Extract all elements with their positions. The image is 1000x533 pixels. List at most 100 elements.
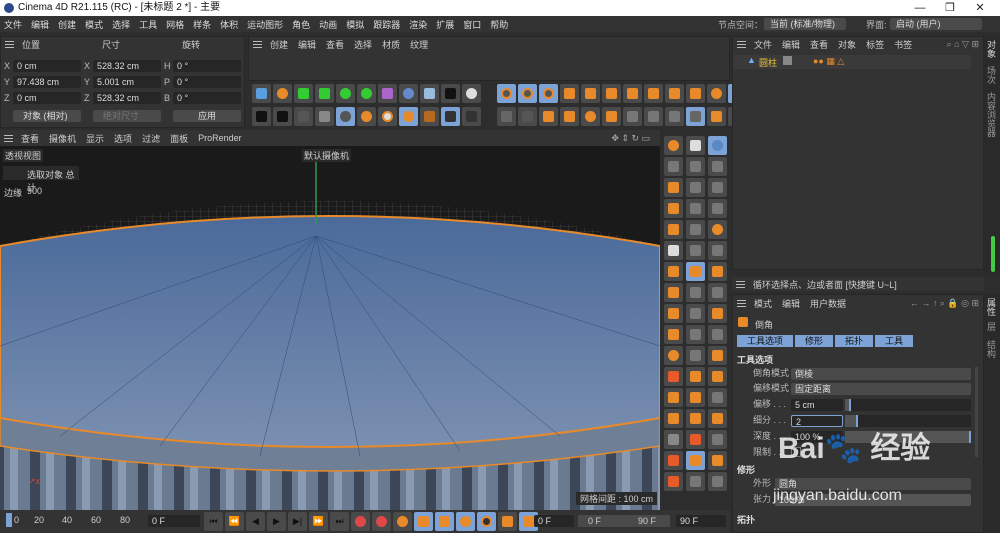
tool-14-icon[interactable] [686,409,705,428]
tag-icons[interactable]: ●● ▦ △ [813,56,844,67]
position-y-field[interactable]: 97.438 cm [13,76,81,88]
position-x-field[interactable]: 0 cm [13,60,81,72]
am-menu-edit[interactable]: 编辑 [782,297,800,310]
tool-17-icon[interactable] [686,472,705,491]
tool-8-icon[interactable] [686,283,705,302]
tab-shaping[interactable]: 修形 [795,335,834,347]
mat-menu-view[interactable]: 查看 [326,38,344,51]
node-space-select[interactable]: 当前 (标准/物理) [764,18,846,30]
keyframe-selection-icon[interactable] [393,512,412,531]
menu-icon[interactable] [737,40,746,48]
magnet-tool-icon[interactable] [664,220,683,239]
recycle-icon[interactable] [664,346,683,365]
snap-icon[interactable] [336,107,355,126]
smooth-icon[interactable] [664,325,683,344]
rtool-16-icon[interactable] [708,451,727,470]
rtool-13-icon[interactable] [708,388,727,407]
close-button[interactable]: ✕ [965,0,995,16]
mat-menu-edit[interactable]: 编辑 [298,38,316,51]
cloner-icon[interactable] [357,84,376,103]
scrollbar[interactable] [991,236,995,272]
bevel-tool-icon[interactable] [664,409,683,428]
vp-menu-prorender[interactable]: ProRender [198,133,242,143]
position-z-field[interactable]: 0 cm [13,92,81,104]
tool-1-icon[interactable] [686,136,705,155]
workplane-icon[interactable] [420,107,439,126]
menu-icon[interactable] [4,134,13,142]
floor-icon[interactable] [399,84,418,103]
menu-mode[interactable]: 模式 [85,18,103,31]
tab-attributes[interactable]: 属性 [985,298,998,316]
trash-icon[interactable] [664,472,683,491]
playhead[interactable] [6,513,12,527]
object-name[interactable]: 圆柱 [759,56,777,69]
size-x-field[interactable]: 528.32 cm [93,60,161,72]
lock-x-icon[interactable] [497,84,516,103]
size-mode-select[interactable]: 绝对尺寸 [93,110,161,122]
light-icon[interactable] [462,84,481,103]
menu-spline[interactable]: 样条 [193,18,211,31]
axis-icon[interactable] [602,107,621,126]
menu-icon[interactable] [5,40,14,48]
offset-slider[interactable] [845,399,971,411]
undo-icon[interactable] [497,107,516,126]
radiation-icon[interactable] [708,220,727,239]
mat-menu-create[interactable]: 创建 [270,38,288,51]
om-menu-view[interactable]: 查看 [810,38,828,51]
tab-content-browser[interactable]: 内容浏览器 [985,92,998,137]
menu-render[interactable]: 渲染 [409,18,427,31]
knife-icon[interactable] [664,178,683,197]
menu-extensions[interactable]: 扩展 [436,18,454,31]
record-icon[interactable] [351,512,370,531]
tool-12-icon[interactable] [686,367,705,386]
rtool-15-icon[interactable] [708,430,727,449]
lock-z-icon[interactable] [539,84,558,103]
apply-button[interactable]: 应用 [173,110,241,122]
rtool-8-icon[interactable] [708,283,727,302]
rotation-h-field[interactable]: 0 ° [173,60,241,72]
depth-field[interactable]: 100 % [791,431,843,443]
model-mode-icon[interactable] [623,107,642,126]
key-position-icon[interactable] [414,512,433,531]
mograph-icon[interactable] [336,84,355,103]
rtool-7-icon[interactable] [708,262,727,281]
up-arrow-icon[interactable] [665,84,684,103]
om-menu-tags[interactable]: 标签 [866,38,884,51]
layout-select[interactable]: 启动 (用户) [890,18,982,30]
render-picture-icon[interactable] [273,107,292,126]
go-end-icon[interactable]: ⏭ [330,512,349,531]
workplane-align-icon[interactable] [462,107,481,126]
lock-y-icon[interactable] [518,84,537,103]
end-frame-field[interactable]: 90 F [676,515,726,527]
tool-15-icon[interactable] [686,430,705,449]
back-view-icon[interactable] [602,84,621,103]
coordinate-mode-select[interactable]: 对象 (相对) [13,110,81,122]
tool-16-icon[interactable] [686,451,705,470]
delete-icon[interactable] [664,451,683,470]
array-icon[interactable] [664,430,683,449]
search-icon[interactable]: ⌕ ⌂ ▽ ⊞ [947,39,979,50]
rtool-11-icon[interactable] [708,346,727,365]
om-menu-bookmarks[interactable]: 书签 [894,38,912,51]
camera-label[interactable]: 默认摄像机 [302,149,352,162]
tab-layers[interactable]: 层 [985,322,998,331]
timeline-ruler[interactable]: 0 20 40 60 80 [6,513,141,530]
frame-field[interactable]: 0 F [534,515,574,527]
menu-character[interactable]: 角色 [292,18,310,31]
size-y-field[interactable]: 5.001 cm [93,76,161,88]
tool-5-icon[interactable] [686,220,705,239]
nav-icons[interactable]: ← → ↑ ⌕ 🔒 ◎ ⊞ [910,298,979,309]
layer-icon[interactable] [783,56,792,65]
sky-icon[interactable] [420,84,439,103]
key-rotation-icon[interactable] [456,512,475,531]
tab-tool[interactable]: 工具 [875,335,914,347]
menu-mesh[interactable]: 网格 [166,18,184,31]
tool-6-icon[interactable] [686,241,705,260]
menu-edit[interactable]: 编辑 [31,18,49,31]
down-arrow-icon[interactable] [686,84,705,103]
scale-icon[interactable] [560,107,579,126]
magnet-icon[interactable] [399,107,418,126]
front-view-icon[interactable] [581,84,600,103]
menu-select[interactable]: 选择 [112,18,130,31]
tool-3-icon[interactable] [686,178,705,197]
